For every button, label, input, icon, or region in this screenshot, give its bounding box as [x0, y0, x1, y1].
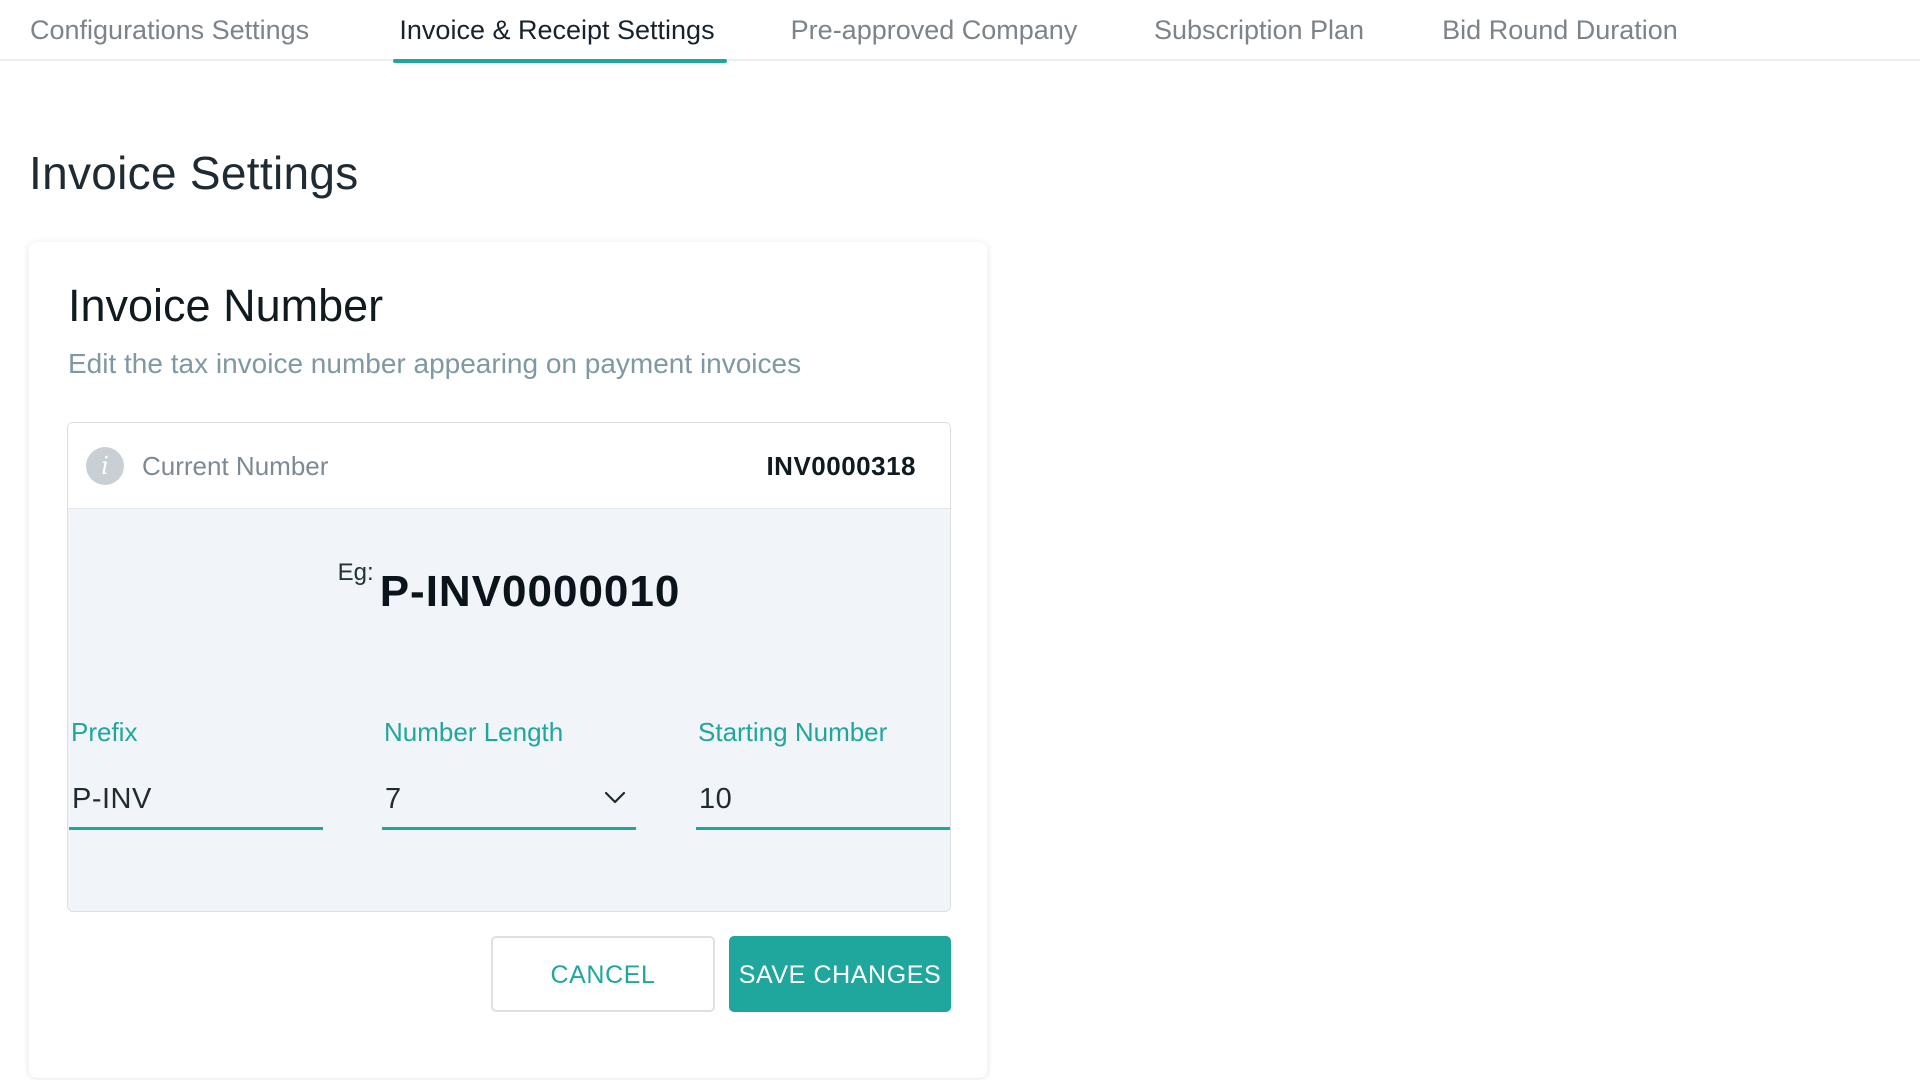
page-title: Invoice Settings	[29, 147, 359, 199]
invoice-number-preview: i Current Number INV0000318 Eg: P-INV0000…	[67, 422, 951, 912]
current-number-value: INV0000318	[766, 451, 916, 481]
example: Eg: P-INV0000010	[68, 559, 950, 617]
number-length-select[interactable]: 7	[382, 772, 636, 830]
tab-bid-round-duration[interactable]: Bid Round Duration	[1440, 0, 1680, 61]
starting-number-input[interactable]: 10	[696, 772, 950, 830]
card-subtitle: Edit the tax invoice number appearing on…	[68, 348, 802, 379]
tab-pre-approved-company[interactable]: Pre-approved Company	[788, 0, 1080, 61]
settings-tabs: Configurations Settings Invoice & Receip…	[0, 0, 1920, 63]
example-label: Eg:	[337, 559, 374, 586]
info-icon: i	[86, 447, 124, 485]
current-number-row: i Current Number INV0000318	[68, 423, 950, 509]
card-title: Invoice Number	[68, 280, 384, 331]
number-length-field: Number Length 7	[382, 712, 636, 830]
number-length-label: Number Length	[384, 717, 564, 747]
invoice-number-card: Invoice Number Edit the tax invoice numb…	[29, 242, 987, 1078]
cancel-button[interactable]: CANCEL	[491, 936, 715, 1012]
starting-number-field: Starting Number 10	[696, 712, 950, 830]
tab-subscription-plan[interactable]: Subscription Plan	[1153, 0, 1365, 61]
number-length-value: 7	[385, 783, 402, 815]
prefix-input[interactable]: P-INV	[69, 772, 323, 830]
current-number-label: Current Number	[142, 451, 329, 481]
prefix-field: Prefix P-INV	[69, 712, 323, 830]
starting-number-label: Starting Number	[698, 717, 888, 747]
tab-invoice-receipt-settings[interactable]: Invoice & Receipt Settings	[393, 0, 727, 63]
example-value: P-INV0000010	[379, 567, 681, 616]
prefix-label: Prefix	[71, 717, 138, 747]
chevron-down-icon[interactable]	[604, 786, 626, 808]
tab-configurations-settings[interactable]: Configurations Settings	[30, 0, 318, 61]
save-changes-button[interactable]: SAVE CHANGES	[729, 936, 951, 1012]
example-panel: Eg: P-INV0000010	[68, 509, 950, 911]
